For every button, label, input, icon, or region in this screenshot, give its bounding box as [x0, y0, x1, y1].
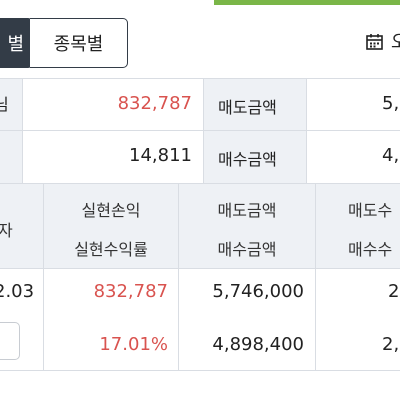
tab-by-stock-label: 종목별 [53, 34, 104, 55]
row-profit-rate: 17.01% [99, 334, 168, 355]
summary-count-value: 14,811 [129, 145, 192, 166]
date-selector[interactable]: 오 [366, 28, 400, 54]
tab-by-date[interactable]: 별 [0, 18, 32, 68]
summary-buy-label: 매수금액 [218, 150, 277, 169]
calendar-icon [366, 33, 383, 50]
tab-by-date-label: 별 [7, 34, 24, 55]
divider [22, 79, 23, 183]
header-sell-qty: 매도수 [348, 201, 393, 220]
summary-realized-profit: 832,787 [117, 93, 192, 114]
accent-bar [214, 0, 400, 5]
date-label: 오 [391, 32, 400, 53]
row-buy-amount: 4,898,400 [212, 334, 304, 355]
divider [315, 184, 316, 370]
summary-sell-label: 매도금액 [218, 98, 277, 117]
divider [203, 79, 204, 183]
row-detail-button[interactable] [0, 322, 20, 360]
header-realized-profit: 실현손익 [81, 201, 141, 220]
tab-by-stock[interactable]: 종목별 [30, 18, 128, 68]
summary-sell-amount: 5,7 [382, 93, 400, 114]
summary-buy-amount: 4,8 [382, 145, 400, 166]
row-sell-amount: 5,746,000 [212, 281, 304, 302]
header-profit-rate: 실현수익률 [74, 240, 148, 259]
header-bottom-border [0, 268, 400, 269]
header-sell-amount: 매도금액 [217, 201, 277, 220]
header-buy-amount: 매수금액 [217, 240, 277, 259]
row-realized-profit: 832,787 [93, 281, 168, 302]
divider [306, 79, 307, 183]
row-sell-qty: 2 [388, 281, 400, 302]
header-col-date: 자 [0, 221, 13, 240]
summary-row1-side-label: 님 [0, 95, 9, 114]
header-buy-qty: 매수수 [348, 240, 393, 259]
row-date: 2.03 [0, 281, 35, 302]
summary-row-divider [0, 130, 400, 131]
row-buy-qty: 2, [382, 334, 400, 355]
table-bottom-border [0, 370, 400, 371]
summary-top-border [0, 78, 400, 79]
